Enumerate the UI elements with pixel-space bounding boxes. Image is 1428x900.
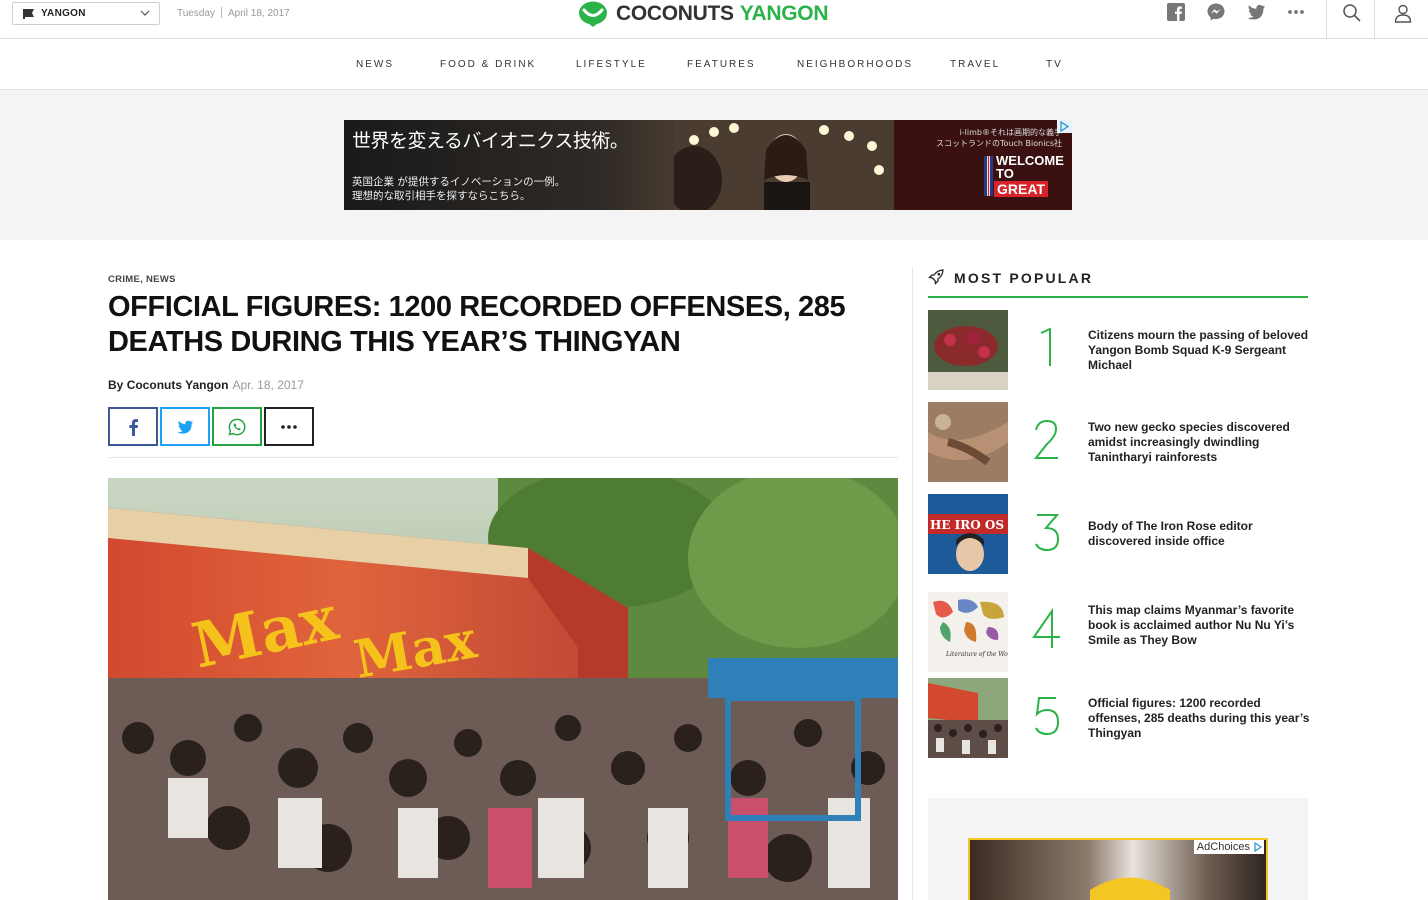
sidebar-ad-banner[interactable]: AdChoices <box>968 838 1268 900</box>
most-popular-item[interactable]: Official figures: 1200 recorded offenses… <box>928 678 1310 758</box>
top-bar: YANGON Tuesday April 18, 2017 COCONUTS YA… <box>0 0 1428 39</box>
ad-welcome-text: WELCOME TO <box>996 154 1064 180</box>
most-popular-item[interactable]: HE IRO OS Body of The Iron Rose editor d… <box>928 494 1308 574</box>
category-link-news[interactable]: NEWS <box>146 274 176 285</box>
rank-number-2 <box>1033 419 1058 459</box>
svg-text:Literature of the Wor: Literature of the Wor <box>945 651 1008 658</box>
rank-number-5 <box>1035 697 1060 736</box>
uk-flag-icon <box>984 156 993 196</box>
ad-great-text: GREAT <box>994 181 1048 197</box>
share-twitter-button[interactable] <box>160 407 210 446</box>
nav-item-lifestyle[interactable]: LIFESTYLE <box>576 59 647 70</box>
most-popular-item[interactable]: Literature of the Wor This map claims My… <box>928 592 1308 672</box>
rank-number-1 <box>1040 327 1051 366</box>
city-selector[interactable]: YANGON <box>12 2 160 25</box>
divider <box>108 457 898 458</box>
logo-word-city: YANGON <box>739 2 829 25</box>
current-date-text: April 18, 2017 <box>227 8 290 19</box>
share-whatsapp-button[interactable] <box>212 407 262 446</box>
sidebar-divider <box>912 268 913 900</box>
author-link[interactable]: Coconuts Yangon <box>127 378 229 392</box>
share-facebook-button[interactable] <box>108 407 158 446</box>
site-logo[interactable]: COCONUTS YANGON <box>578 0 829 28</box>
city-flag-icon <box>22 8 34 19</box>
current-date: Tuesday April 18, 2017 <box>177 7 290 19</box>
most-popular-title: MOST POPULAR <box>954 270 1094 286</box>
article-categories: CRIME, NEWS <box>108 274 176 285</box>
ad-graphic <box>1090 877 1170 900</box>
article-byline: By Coconuts Yangon Apr. 18, 2017 <box>108 378 304 392</box>
byline-prefix: By <box>108 378 124 392</box>
rocket-icon <box>928 269 944 285</box>
nav-item-news[interactable]: NEWS <box>356 59 394 70</box>
divider <box>1326 0 1327 39</box>
coconut-logo-icon <box>579 1 607 27</box>
most-popular-title-text[interactable]: Two new gecko species discovered amidst … <box>1088 420 1310 465</box>
nav-item-travel[interactable]: TRAVEL <box>950 59 1000 70</box>
svg-text:HE IRO OS: HE IRO OS <box>930 518 1004 532</box>
main-navigation: NEWS FOOD & DRINK LIFESTYLE FEATURES NEI… <box>0 39 1428 90</box>
category-link-crime[interactable]: CRIME <box>108 274 140 285</box>
chevron-down-icon <box>140 10 150 16</box>
most-popular-title-text[interactable]: Citizens mourn the passing of beloved Ya… <box>1088 328 1310 373</box>
facebook-icon <box>129 418 138 436</box>
messenger-icon[interactable] <box>1206 2 1226 22</box>
ad-to-word: TO <box>996 166 1014 181</box>
twitter-icon <box>177 420 193 434</box>
facebook-icon[interactable] <box>1166 2 1186 22</box>
more-options-icon <box>281 424 297 429</box>
nav-item-features[interactable]: FEATURES <box>687 59 756 70</box>
most-popular-title-text[interactable]: Body of The Iron Rose editor discovered … <box>1088 519 1310 549</box>
whatsapp-icon <box>228 418 246 436</box>
top-ad-area: 世界を変えるバイオニクス技術。 英国企業 が提供するイノベーションの一例。 理想… <box>0 90 1428 240</box>
nav-item-neighborhoods[interactable]: NEIGHBORHOODS <box>797 59 913 70</box>
current-day: Tuesday <box>177 8 215 19</box>
logo-word-coconuts: COCONUTS <box>616 2 734 25</box>
user-account-icon[interactable] <box>1393 3 1413 23</box>
most-popular-header: MOST POPULAR <box>928 268 1308 298</box>
twitter-icon[interactable] <box>1246 2 1266 22</box>
most-popular-thumbnail <box>928 310 1008 390</box>
most-popular-title-text[interactable]: Official figures: 1200 recorded offenses… <box>1088 696 1310 741</box>
rank-number-3 <box>1035 514 1060 552</box>
nav-item-tv[interactable]: TV <box>1046 59 1063 70</box>
nav-item-food-drink[interactable]: FOOD & DRINK <box>440 59 536 70</box>
more-options-icon[interactable] <box>1286 2 1306 22</box>
most-popular-thumbnail: Literature of the Wor <box>928 592 1008 672</box>
most-popular-thumbnail <box>928 678 1008 758</box>
most-popular-title-text[interactable]: This map claims Myanmar’s favorite book … <box>1088 603 1310 648</box>
most-popular-item[interactable]: Citizens mourn the passing of beloved Ya… <box>928 310 1308 390</box>
ad-small-text-1: i-limb®それは画期的な義手 <box>959 128 1062 137</box>
ad-subtext-line1: 英国企業 が提供するイノベーションの一例。 <box>352 176 566 188</box>
article-hero-image: Max Max <box>108 478 898 900</box>
article-date: Apr. 18, 2017 <box>232 378 304 392</box>
ad-banner[interactable]: 世界を変えるバイオニクス技術。 英国企業 が提供するイノベーションの一例。 理想… <box>344 120 1072 210</box>
sidebar-ad-area: AdChoices <box>928 798 1308 900</box>
most-popular-item[interactable]: Two new gecko species discovered amidst … <box>928 402 1308 482</box>
article-headline: Official figures: 1200 recorded offenses… <box>108 291 846 358</box>
rank-number-4 <box>1032 607 1060 648</box>
share-more-button[interactable] <box>264 407 314 446</box>
ad-subtext-line2: 理想的な取引相手を探すならこちら。 <box>352 190 531 202</box>
ad-choices-icon[interactable] <box>1253 842 1263 852</box>
ad-headline: 世界を変えるバイオニクス技術。 <box>352 130 629 152</box>
search-icon[interactable] <box>1342 3 1362 23</box>
most-popular-thumbnail: HE IRO OS <box>928 494 1008 574</box>
city-name: YANGON <box>41 8 86 19</box>
ad-small-text-2: スコットランドのTouch Bionics社 <box>936 139 1062 148</box>
divider <box>1374 0 1375 39</box>
most-popular-thumbnail <box>928 402 1008 482</box>
ad-choices-icon[interactable] <box>1057 120 1072 133</box>
ad-scene-image <box>674 120 894 210</box>
